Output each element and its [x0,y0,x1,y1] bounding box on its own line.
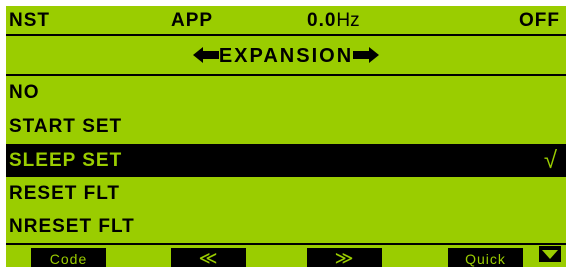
next-softkey[interactable]: ≫ [307,248,382,267]
check-icon: √ [543,147,558,174]
menu-item-nreset-flt[interactable]: NRESET FLT [6,210,566,243]
menu-title: EXPANSION [6,38,566,76]
left-arrow-icon[interactable] [192,46,219,63]
right-arrow-icon[interactable] [353,46,380,63]
menu-item-label: SLEEP SET [9,150,123,171]
mode-indicator: NST [9,10,50,31]
frequency-unit: Hz [336,10,360,31]
menu-item-sleep-set[interactable]: SLEEP SET √ [6,144,566,177]
quick-softkey[interactable]: Quick [448,248,523,267]
menu-item-no[interactable]: NO [6,76,566,109]
status-header: NST APP 0.0Hz OFF [6,6,566,36]
frequency-readout: 0.0Hz [307,9,360,33]
down-triangle-icon[interactable] [539,246,561,262]
menu-title-label: EXPANSION [218,45,354,67]
softkey-bar: Code ≪ ≫ Quick [6,243,566,267]
menu-item-start-set[interactable]: START SET [6,110,566,143]
down-triangle-glyph [542,250,558,259]
code-softkey[interactable]: Code [31,248,106,267]
channel-indicator: APP [171,10,214,31]
lcd-screen: NST APP 0.0Hz OFF EXPANSION NO START SET… [6,6,566,267]
previous-softkey[interactable]: ≪ [171,248,246,267]
run-status: OFF [519,10,560,31]
menu-item-reset-flt[interactable]: RESET FLT [6,177,566,210]
frequency-value: 0.0 [307,10,337,31]
